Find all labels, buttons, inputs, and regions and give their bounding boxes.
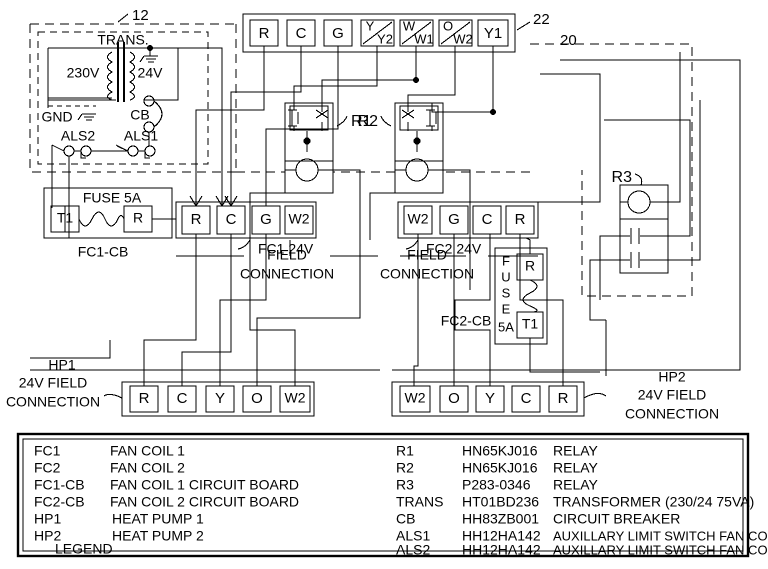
fc2-fuse-letter-u: U bbox=[501, 269, 510, 284]
fc1-terminal-w2[interactable]: W2 bbox=[289, 211, 310, 227]
relay-r3-label: R3 bbox=[612, 169, 633, 186]
legend-right-desc-6: AUXILLARY LIMIT SWITCH FAN COIL 2 bbox=[553, 542, 768, 557]
legend-right-part-4: HH83ZB001 bbox=[462, 511, 539, 527]
fc2-fuse-letter-e: E bbox=[502, 301, 511, 316]
fc2-fuse-rating: 5A bbox=[498, 319, 514, 334]
thermostat-terminal-g[interactable]: G bbox=[332, 25, 344, 42]
wiring-diagram-canvas: 12 22 20 TRANS. 230V 24V GND CB ALS2 ALS… bbox=[0, 0, 768, 569]
hp2-caption-line1: 24V FIELD bbox=[638, 387, 706, 403]
hp2-terminal-y[interactable]: Y bbox=[485, 390, 495, 407]
thermostat-terminal-w2[interactable]: W2 bbox=[453, 31, 473, 46]
fc2-connection-label: CONNECTION bbox=[380, 266, 474, 282]
legend-right-code-1: R2 bbox=[396, 460, 414, 476]
hp2-terminal-o[interactable]: O bbox=[448, 390, 460, 407]
hp2-terminal-r[interactable]: R bbox=[558, 390, 569, 407]
legend-right-part-0: HN65KJ016 bbox=[462, 443, 538, 459]
fc1-terminal-r[interactable]: R bbox=[191, 211, 202, 228]
legend-right-code-0: R1 bbox=[396, 443, 414, 459]
fc2-terminal-r[interactable]: R bbox=[515, 211, 526, 228]
hp1-terminal-o[interactable]: O bbox=[251, 390, 263, 407]
transformer-label: TRANS. bbox=[97, 32, 148, 48]
thermostat-terminal-y2[interactable]: Y2 bbox=[377, 31, 393, 46]
hp2-caption-line2: CONNECTION bbox=[625, 406, 719, 422]
fc1-terminal-g[interactable]: G bbox=[260, 211, 272, 228]
fc2-terminal-c[interactable]: C bbox=[482, 211, 493, 228]
legend-left-code-2: FC1-CB bbox=[34, 477, 85, 493]
relay-r3 bbox=[619, 173, 669, 274]
thermostat-terminal-r[interactable]: R bbox=[259, 25, 270, 42]
legend-left-desc-2: FAN COIL 1 CIRCUIT BOARD bbox=[110, 477, 299, 493]
hp1-terminal-w2[interactable]: W2 bbox=[285, 390, 306, 406]
fc2-terminal-g[interactable]: G bbox=[448, 211, 460, 228]
fc1-cb-terminal-t1[interactable]: T1 bbox=[57, 210, 74, 226]
thermostat-terminal-y[interactable]: Y bbox=[366, 18, 375, 33]
legend-right-code-4: CB bbox=[396, 511, 415, 527]
circuit-breaker-label: CB bbox=[130, 107, 149, 123]
fc2-field-label: FIELD bbox=[407, 247, 447, 263]
legend-right-part-1: HN65KJ016 bbox=[462, 460, 538, 476]
primary-voltage-label: 230V bbox=[67, 65, 100, 81]
hp2-terminal-c[interactable]: C bbox=[521, 390, 532, 407]
callout-22: 22 bbox=[533, 11, 550, 28]
legend-left-desc-4: HEAT PUMP 1 bbox=[112, 511, 204, 527]
wiring-diagram-page: 12 22 20 TRANS. 230V 24V GND CB ALS2 ALS… bbox=[0, 0, 768, 569]
fc1-field-label: FIELD bbox=[267, 247, 307, 263]
hp1-terminal-y[interactable]: Y bbox=[215, 390, 225, 407]
legend-right-part-6: HH12HA142 bbox=[462, 542, 541, 558]
legend-right-part-2: P283-0346 bbox=[462, 477, 531, 493]
callout-20: 20 bbox=[560, 32, 577, 49]
legend-left-code-1: FC2 bbox=[34, 460, 61, 476]
legend-left-desc-5: HEAT PUMP 2 bbox=[112, 528, 204, 544]
fc2-cb-terminal-r[interactable]: R bbox=[525, 258, 535, 274]
als1-label: ALS1 bbox=[124, 128, 158, 144]
hp1-name: HP1 bbox=[48, 357, 75, 373]
callout-12: 12 bbox=[132, 7, 149, 24]
legend-right-desc-3: TRANSFORMER (230/24 75VA) bbox=[553, 494, 754, 510]
fc2-fuse-letter-s: S bbox=[502, 285, 511, 300]
legend-right-desc-1: RELAY bbox=[553, 460, 599, 476]
hp1-terminal-c[interactable]: C bbox=[177, 390, 188, 407]
legend-left-desc-1: FAN COIL 2 bbox=[110, 460, 185, 476]
legend-right-desc-2: RELAY bbox=[553, 477, 599, 493]
relay-r2-label: R2 bbox=[358, 113, 379, 130]
fc1-terminal-c[interactable]: C bbox=[226, 211, 237, 228]
thermostat-terminal-c[interactable]: C bbox=[296, 25, 307, 42]
thermostat-terminal-o[interactable]: O bbox=[443, 18, 453, 33]
fc1-cb-terminal-r[interactable]: R bbox=[133, 210, 143, 226]
legend-left-code-4: HP1 bbox=[34, 511, 61, 527]
legend-right-part-3: HT01BD236 bbox=[462, 494, 539, 510]
hp1-terminal-strip[interactable] bbox=[103, 381, 315, 417]
legend-left-code-0: FC1 bbox=[34, 443, 61, 459]
legend-right-desc-4: CIRCUIT BREAKER bbox=[553, 511, 680, 527]
thermostat-terminal-y1[interactable]: Y1 bbox=[484, 25, 502, 42]
hp2-terminal-w2[interactable]: W2 bbox=[405, 390, 426, 406]
legend-right-code-2: R3 bbox=[396, 477, 414, 493]
fc1-cb-name: FC1-CB bbox=[78, 244, 129, 260]
hp2-name: HP2 bbox=[658, 369, 685, 385]
legend-title: LEGEND bbox=[55, 541, 113, 557]
ground-label: GND bbox=[41, 109, 72, 125]
hp1-terminal-r[interactable]: R bbox=[139, 390, 150, 407]
legend-right-code-3: TRANS bbox=[396, 494, 443, 510]
fc2-cb-name: FC2-CB bbox=[441, 313, 492, 329]
legend-left-desc-3: FAN COIL 2 CIRCUIT BOARD bbox=[110, 494, 299, 510]
legend-left-code-3: FC2-CB bbox=[34, 494, 85, 510]
als2-label: ALS2 bbox=[61, 128, 95, 144]
thermostat-terminal-w1[interactable]: W1 bbox=[414, 31, 434, 46]
fc1-connection-label: CONNECTION bbox=[240, 266, 334, 282]
hp1-caption-line2: CONNECTION bbox=[6, 394, 100, 410]
legend-right-code-6: ALS2 bbox=[396, 542, 430, 558]
fc1-fuse-label: FUSE 5A bbox=[83, 190, 142, 206]
legend-right-desc-5: AUXILLARY LIMIT SWITCH FAN COIL 1 bbox=[553, 528, 768, 543]
secondary-voltage-label: 24V bbox=[138, 65, 164, 81]
fc2-terminal-w2[interactable]: W2 bbox=[408, 211, 429, 227]
legend-left-desc-0: FAN COIL 1 bbox=[110, 443, 185, 459]
fc2-cb-terminal-t1[interactable]: T1 bbox=[522, 316, 539, 332]
fc2-fuse-letter-f: F bbox=[502, 253, 510, 268]
hp1-caption-line1: 24V FIELD bbox=[19, 375, 87, 391]
legend-right-desc-0: RELAY bbox=[553, 443, 599, 459]
